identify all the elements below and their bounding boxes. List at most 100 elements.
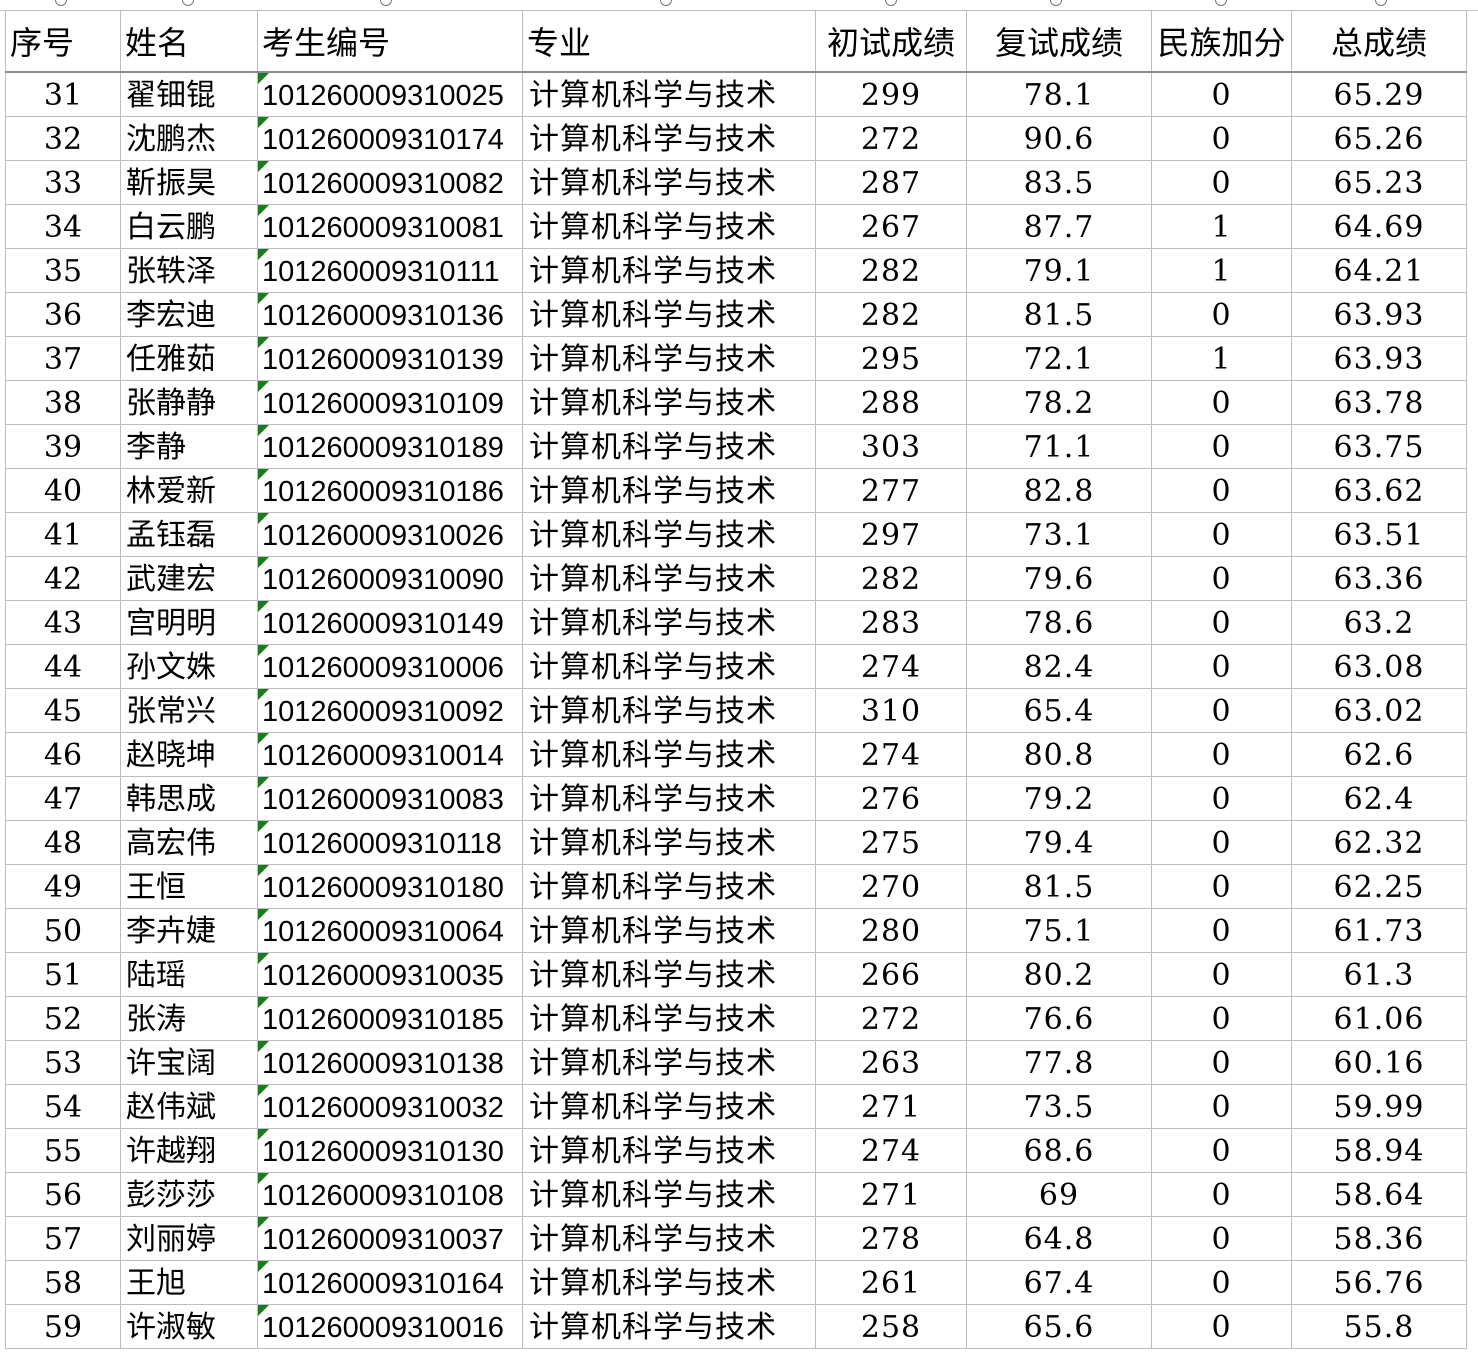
cell-prelim[interactable]: 274 [815, 1128, 967, 1173]
cell-prelim[interactable]: 282 [815, 556, 967, 601]
cell-prelim[interactable]: 271 [815, 1084, 967, 1129]
cell-id[interactable]: 101260009310090 [257, 556, 523, 601]
cell-total[interactable]: 61.73 [1291, 908, 1467, 953]
cell-name[interactable]: 许淑敏 [120, 1304, 258, 1349]
cell-id[interactable]: 101260009310138 [257, 1040, 523, 1085]
cell-name[interactable]: 沈鹏杰 [120, 116, 258, 161]
cell-seq[interactable]: 57 [5, 1216, 121, 1261]
cell-name[interactable]: 陆瑶 [120, 952, 258, 997]
cell-prelim[interactable]: 282 [815, 248, 967, 293]
cell-retest[interactable]: 82.8 [966, 468, 1152, 513]
cell-major[interactable]: 计算机科学与技术 [522, 644, 816, 689]
cell-bonus[interactable]: 1 [1151, 248, 1292, 293]
header-major[interactable]: 专业 [522, 10, 816, 73]
cell-seq[interactable]: 41 [5, 512, 121, 557]
cell-retest[interactable]: 65.4 [966, 688, 1152, 733]
cell-major[interactable]: 计算机科学与技术 [522, 1084, 816, 1129]
cell-major[interactable]: 计算机科学与技术 [522, 732, 816, 777]
cell-total[interactable]: 63.62 [1291, 468, 1467, 513]
header-name[interactable]: 姓名 [120, 10, 258, 73]
cell-bonus[interactable]: 0 [1151, 292, 1292, 337]
cell-seq[interactable]: 58 [5, 1260, 121, 1305]
cell-retest[interactable]: 79.6 [966, 556, 1152, 601]
cell-bonus[interactable]: 0 [1151, 1128, 1292, 1173]
cell-seq[interactable]: 38 [5, 380, 121, 425]
cell-retest[interactable]: 80.8 [966, 732, 1152, 777]
cell-total[interactable]: 63.02 [1291, 688, 1467, 733]
cell-bonus[interactable]: 0 [1151, 116, 1292, 161]
cell-name[interactable]: 韩思成 [120, 776, 258, 821]
cell-major[interactable]: 计算机科学与技术 [522, 776, 816, 821]
cell-seq[interactable]: 53 [5, 1040, 121, 1085]
cell-bonus[interactable]: 0 [1151, 1260, 1292, 1305]
cell-prelim[interactable]: 270 [815, 864, 967, 909]
cell-prelim[interactable]: 295 [815, 336, 967, 381]
cell-bonus[interactable]: 0 [1151, 820, 1292, 865]
cell-bonus[interactable]: 0 [1151, 556, 1292, 601]
cell-seq[interactable]: 52 [5, 996, 121, 1041]
cell-prelim[interactable]: 266 [815, 952, 967, 997]
cell-total[interactable]: 63.93 [1291, 336, 1467, 381]
cell-retest[interactable]: 72.1 [966, 336, 1152, 381]
cell-retest[interactable]: 67.4 [966, 1260, 1152, 1305]
cell-total[interactable]: 62.4 [1291, 776, 1467, 821]
cell-prelim[interactable]: 299 [815, 71, 967, 117]
cell-seq[interactable]: 37 [5, 336, 121, 381]
cell-retest[interactable]: 77.8 [966, 1040, 1152, 1085]
cell-major[interactable]: 计算机科学与技术 [522, 1040, 816, 1085]
cell-retest[interactable]: 82.4 [966, 644, 1152, 689]
cell-id[interactable]: 101260009310035 [257, 952, 523, 997]
cell-major[interactable]: 计算机科学与技术 [522, 248, 816, 293]
cell-major[interactable]: 计算机科学与技术 [522, 556, 816, 601]
cell-prelim[interactable]: 288 [815, 380, 967, 425]
cell-id[interactable]: 101260009310180 [257, 864, 523, 909]
cell-retest[interactable]: 69 [966, 1172, 1152, 1217]
cell-name[interactable]: 王旭 [120, 1260, 258, 1305]
cell-bonus[interactable]: 0 [1151, 512, 1292, 557]
cell-seq[interactable]: 55 [5, 1128, 121, 1173]
cell-retest[interactable]: 81.5 [966, 864, 1152, 909]
cell-prelim[interactable]: 271 [815, 1172, 967, 1217]
cell-seq[interactable]: 32 [5, 116, 121, 161]
cell-seq[interactable]: 54 [5, 1084, 121, 1129]
cell-total[interactable]: 61.06 [1291, 996, 1467, 1041]
cell-major[interactable]: 计算机科学与技术 [522, 952, 816, 997]
cell-seq[interactable]: 44 [5, 644, 121, 689]
cell-prelim[interactable]: 258 [815, 1304, 967, 1349]
cell-id[interactable]: 101260009310016 [257, 1304, 523, 1349]
cell-retest[interactable]: 73.5 [966, 1084, 1152, 1129]
cell-id[interactable]: 101260009310136 [257, 292, 523, 337]
cell-name[interactable]: 李静 [120, 424, 258, 469]
cell-id[interactable]: 101260009310130 [257, 1128, 523, 1173]
cell-id[interactable]: 101260009310118 [257, 820, 523, 865]
cell-total[interactable]: 63.78 [1291, 380, 1467, 425]
cell-bonus[interactable]: 0 [1151, 600, 1292, 645]
cell-major[interactable]: 计算机科学与技术 [522, 292, 816, 337]
cell-name[interactable]: 武建宏 [120, 556, 258, 601]
cell-major[interactable]: 计算机科学与技术 [522, 380, 816, 425]
cell-bonus[interactable]: 0 [1151, 732, 1292, 777]
cell-major[interactable]: 计算机科学与技术 [522, 1304, 816, 1349]
cell-retest[interactable]: 79.4 [966, 820, 1152, 865]
cell-seq[interactable]: 50 [5, 908, 121, 953]
cell-seq[interactable]: 33 [5, 160, 121, 205]
cell-bonus[interactable]: 0 [1151, 424, 1292, 469]
cell-total[interactable]: 63.08 [1291, 644, 1467, 689]
cell-id[interactable]: 101260009310186 [257, 468, 523, 513]
cell-name[interactable]: 林爱新 [120, 468, 258, 513]
cell-prelim[interactable]: 282 [815, 292, 967, 337]
cell-major[interactable]: 计算机科学与技术 [522, 908, 816, 953]
cell-major[interactable]: 计算机科学与技术 [522, 864, 816, 909]
cell-id[interactable]: 101260009310083 [257, 776, 523, 821]
cell-bonus[interactable]: 1 [1151, 336, 1292, 381]
cell-retest[interactable]: 78.2 [966, 380, 1152, 425]
cell-name[interactable]: 任雅茹 [120, 336, 258, 381]
cell-retest[interactable]: 90.6 [966, 116, 1152, 161]
cell-name[interactable]: 许越翔 [120, 1128, 258, 1173]
cell-total[interactable]: 58.64 [1291, 1172, 1467, 1217]
cell-total[interactable]: 61.3 [1291, 952, 1467, 997]
cell-bonus[interactable]: 0 [1151, 908, 1292, 953]
cell-total[interactable]: 65.26 [1291, 116, 1467, 161]
cell-name[interactable]: 高宏伟 [120, 820, 258, 865]
cell-seq[interactable]: 34 [5, 204, 121, 249]
